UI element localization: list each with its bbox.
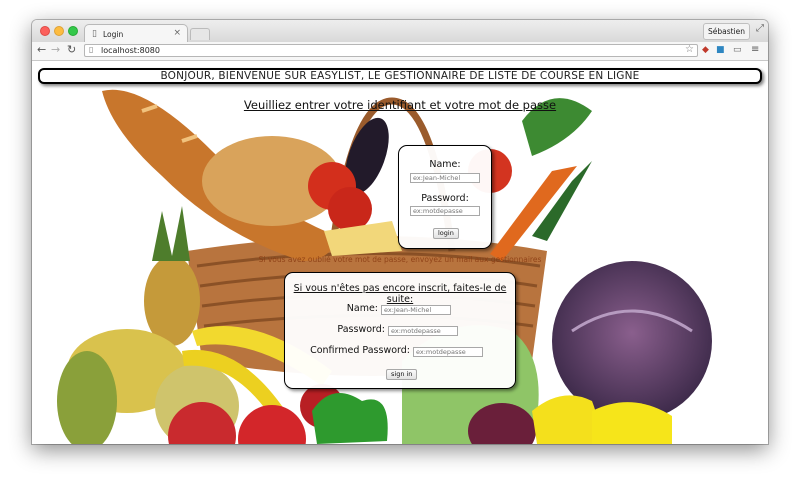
back-arrow-icon[interactable]: ← xyxy=(37,43,46,56)
signup-confirm-input[interactable] xyxy=(413,347,483,357)
extension-icon[interactable]: ◆ xyxy=(702,45,709,55)
login-name-input[interactable] xyxy=(410,173,480,183)
maximize-window-button[interactable] xyxy=(68,26,78,36)
signup-confirm-label: Confirmed Password: xyxy=(310,345,410,356)
login-name-label: Name: xyxy=(429,159,461,170)
sign-in-button[interactable]: sign in xyxy=(386,369,418,380)
login-instruction: Veuilliez entrer votre identifiant et vo… xyxy=(243,98,557,112)
tab-title: Login xyxy=(103,30,124,39)
forward-arrow-icon[interactable]: → xyxy=(51,43,60,56)
address-bar[interactable]: ▯ localhost:8080 ☆ xyxy=(84,44,698,57)
menu-icon[interactable]: ≡ xyxy=(751,44,759,55)
tab-close-icon[interactable]: × xyxy=(173,28,181,38)
welcome-banner: BONJOUR, BIENVENUE SUR EASYLIST, LE GEST… xyxy=(38,68,762,84)
signup-name-label: Name: xyxy=(346,303,378,314)
login-password-input[interactable] xyxy=(410,206,480,216)
signup-title: Si vous n'êtes pas encore inscrit, faite… xyxy=(293,283,507,305)
bookmark-star-icon[interactable]: ☆ xyxy=(685,44,694,55)
cast-icon[interactable]: ▭ xyxy=(733,45,742,55)
extension-icon[interactable]: ■ xyxy=(716,45,725,55)
page-icon: ▯ xyxy=(92,29,97,39)
fullscreen-icon[interactable]: ⤢ xyxy=(756,23,764,34)
signup-password-input[interactable] xyxy=(388,326,458,336)
forgot-password-text: Si vous avez oublié votre mot de passe, … xyxy=(258,255,542,264)
page-content: BONJOUR, BIENVENUE SUR EASYLIST, LE GEST… xyxy=(32,61,768,444)
login-password-label: Password: xyxy=(421,193,469,204)
browser-window: ▯ Login × Sébastien ⤢ ← → ↻ ▯ localhost:… xyxy=(32,20,768,444)
browser-tab[interactable]: ▯ Login × xyxy=(84,24,188,42)
new-tab-button[interactable] xyxy=(190,28,210,40)
signup-password-label: Password: xyxy=(337,324,385,335)
close-window-button[interactable] xyxy=(40,26,50,36)
profile-button[interactable]: Sébastien xyxy=(702,23,750,40)
login-button[interactable]: login xyxy=(433,228,459,239)
url-text: localhost:8080 xyxy=(101,46,160,55)
reload-icon[interactable]: ↻ xyxy=(67,43,76,56)
login-form: Name: Password: login xyxy=(398,145,492,249)
minimize-window-button[interactable] xyxy=(54,26,64,36)
title-bar: ▯ Login × Sébastien ⤢ xyxy=(32,20,768,42)
browser-toolbar: ← → ↻ ▯ localhost:8080 ☆ ◆ ■ ▭ ≡ xyxy=(32,42,768,61)
page-info-icon[interactable]: ▯ xyxy=(89,45,93,54)
signup-form: Si vous n'êtes pas encore inscrit, faite… xyxy=(284,272,516,389)
signup-name-input[interactable] xyxy=(381,305,451,315)
